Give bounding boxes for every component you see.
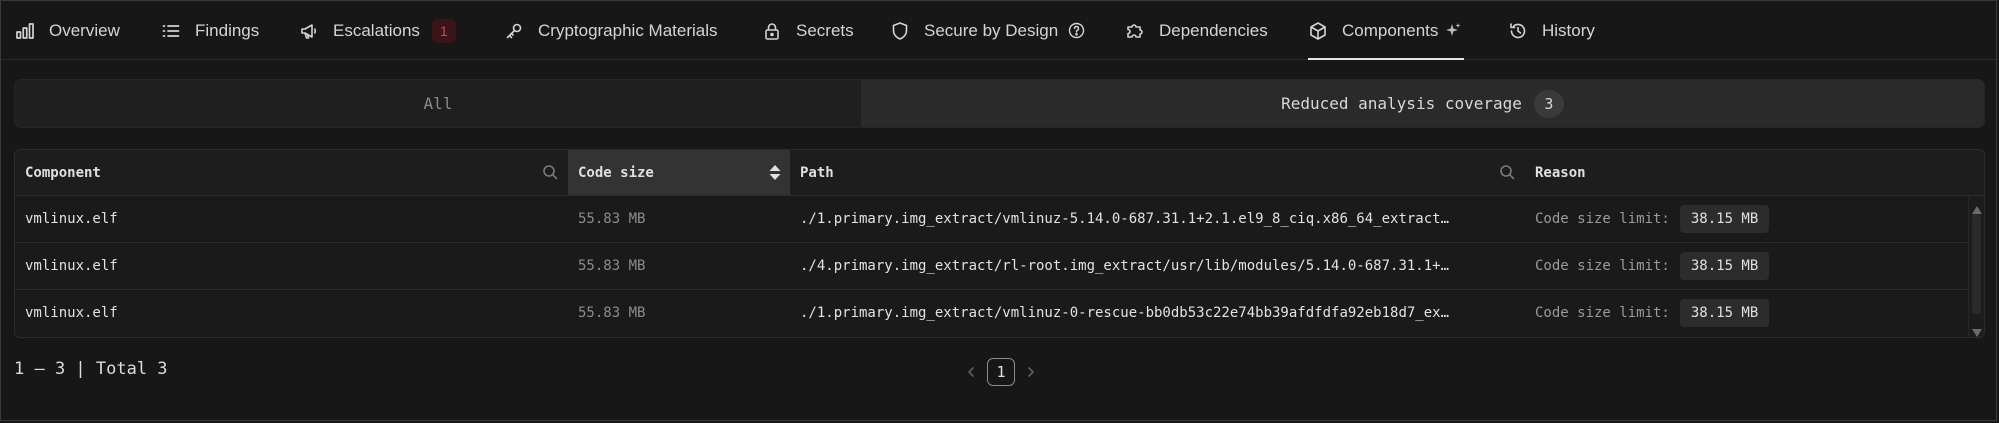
tab-label: Findings bbox=[195, 20, 260, 40]
tab-secure-by-design[interactable]: Secure by Design bbox=[890, 1, 1085, 60]
column-label: Code size bbox=[578, 164, 654, 181]
sort-icon[interactable] bbox=[768, 164, 782, 181]
component-cell: vmlinux.elf bbox=[25, 305, 118, 321]
filter-reduced-label: Reduced analysis coverage bbox=[1281, 94, 1522, 113]
escalations-count-badge: 1 bbox=[431, 18, 456, 43]
scrollbar-thumb[interactable] bbox=[1972, 214, 1981, 314]
tab-label: Cryptographic Materials bbox=[538, 20, 718, 40]
code-size-cell: 55.83 MB bbox=[578, 305, 646, 321]
code-size-cell: 55.83 MB bbox=[578, 258, 646, 274]
bar-chart-icon bbox=[15, 21, 35, 41]
tab-escalations[interactable]: Escalations 1 bbox=[299, 1, 456, 60]
code-size-limit-badge: 38.15 MB bbox=[1679, 299, 1770, 327]
tab-label: Escalations bbox=[333, 20, 420, 40]
tab-label: Dependencies bbox=[1159, 20, 1268, 40]
tab-label: Components bbox=[1342, 20, 1439, 40]
scroll-up-arrow-icon[interactable] bbox=[1971, 200, 1983, 214]
component-cell: vmlinux.elf bbox=[25, 211, 118, 227]
column-header-path[interactable]: Path bbox=[790, 150, 1525, 195]
components-page: Overview Findings Escalations 1 Cryptogr… bbox=[0, 0, 1998, 421]
tab-cryptographic-materials[interactable]: Cryptographic Materials bbox=[504, 1, 718, 60]
puzzle-icon bbox=[1125, 21, 1145, 41]
table-scrollbar[interactable] bbox=[1968, 196, 1984, 337]
code-size-limit-badge: 38.15 MB bbox=[1679, 252, 1770, 280]
search-icon[interactable] bbox=[542, 164, 558, 180]
tab-dependencies[interactable]: Dependencies bbox=[1125, 1, 1268, 60]
path-cell: ./4.primary.img_extract/rl-root.img_extr… bbox=[790, 243, 1495, 289]
column-label: Component bbox=[25, 164, 101, 181]
table-row[interactable]: vmlinux.elf 55.83 MB ./4.primary.img_ext… bbox=[15, 243, 1984, 290]
list-icon bbox=[161, 21, 181, 41]
filter-all-option[interactable]: All bbox=[15, 80, 861, 127]
reduced-coverage-count-badge: 3 bbox=[1533, 89, 1564, 118]
cube-icon bbox=[1308, 21, 1328, 41]
code-size-limit-badge: 38.15 MB bbox=[1679, 205, 1770, 233]
chevron-left-icon[interactable] bbox=[963, 364, 979, 380]
top-nav: Overview Findings Escalations 1 Cryptogr… bbox=[1, 1, 1998, 60]
tab-overview[interactable]: Overview bbox=[15, 1, 120, 60]
coverage-filter-segment: All Reduced analysis coverage 3 bbox=[14, 79, 1985, 128]
pagination: 1 bbox=[963, 357, 1039, 387]
component-cell: vmlinux.elf bbox=[25, 258, 118, 274]
tab-findings[interactable]: Findings bbox=[161, 1, 259, 60]
tab-secrets[interactable]: Secrets bbox=[762, 1, 854, 60]
help-circle-icon[interactable] bbox=[1068, 22, 1085, 39]
tab-label: Overview bbox=[49, 20, 120, 40]
table-header: Component Code size Path Reason bbox=[15, 150, 1984, 196]
reason-label: Code size limit: bbox=[1535, 305, 1670, 321]
history-icon bbox=[1508, 21, 1528, 41]
chevron-right-icon[interactable] bbox=[1023, 364, 1039, 380]
shield-icon bbox=[890, 21, 910, 41]
tab-components[interactable]: Components bbox=[1308, 1, 1465, 60]
path-text: ./1.primary.img_extract/vmlinuz-0-rescue… bbox=[800, 305, 1450, 321]
reason-label: Code size limit: bbox=[1535, 211, 1670, 227]
path-text: ./4.primary.img_extract/rl-root.img_extr… bbox=[800, 258, 1450, 274]
filter-all-label: All bbox=[423, 94, 453, 113]
page-button-current[interactable]: 1 bbox=[987, 358, 1015, 386]
column-header-component[interactable]: Component bbox=[15, 150, 568, 195]
components-table: Component Code size Path Reason vmlinux.… bbox=[14, 149, 1985, 338]
scroll-down-arrow-icon[interactable] bbox=[1971, 323, 1983, 337]
tab-label: Secure by Design bbox=[924, 20, 1059, 40]
path-text: ./1.primary.img_extract/vmlinuz-5.14.0-6… bbox=[800, 211, 1450, 227]
reason-label: Code size limit: bbox=[1535, 258, 1670, 274]
key-icon bbox=[504, 21, 524, 41]
megaphone-icon bbox=[299, 21, 319, 41]
filter-reduced-coverage-option[interactable]: Reduced analysis coverage 3 bbox=[861, 80, 1984, 127]
column-label: Reason bbox=[1535, 164, 1586, 181]
tab-label: Secrets bbox=[796, 20, 854, 40]
pagination-range-text: 1 – 3 | Total 3 bbox=[14, 359, 168, 379]
code-size-cell: 55.83 MB bbox=[578, 211, 646, 227]
column-header-reason[interactable]: Reason bbox=[1525, 150, 1965, 195]
column-label: Path bbox=[800, 164, 834, 181]
tab-label: History bbox=[1542, 20, 1595, 40]
table-row[interactable]: vmlinux.elf 55.83 MB ./1.primary.img_ext… bbox=[15, 196, 1984, 243]
column-header-code-size[interactable]: Code size bbox=[568, 150, 790, 195]
reason-cell: Code size limit: 38.15 MB bbox=[1525, 243, 1965, 289]
reason-cell: Code size limit: 38.15 MB bbox=[1525, 196, 1965, 242]
search-icon[interactable] bbox=[1499, 164, 1515, 180]
tab-history[interactable]: History bbox=[1508, 1, 1595, 60]
path-cell: ./1.primary.img_extract/vmlinuz-0-rescue… bbox=[790, 290, 1495, 336]
table-row[interactable]: vmlinux.elf 55.83 MB ./1.primary.img_ext… bbox=[15, 290, 1984, 337]
lock-icon bbox=[762, 21, 782, 41]
sparkle-icon bbox=[1444, 22, 1462, 40]
reason-cell: Code size limit: 38.15 MB bbox=[1525, 290, 1965, 336]
path-cell: ./1.primary.img_extract/vmlinuz-5.14.0-6… bbox=[790, 196, 1495, 242]
